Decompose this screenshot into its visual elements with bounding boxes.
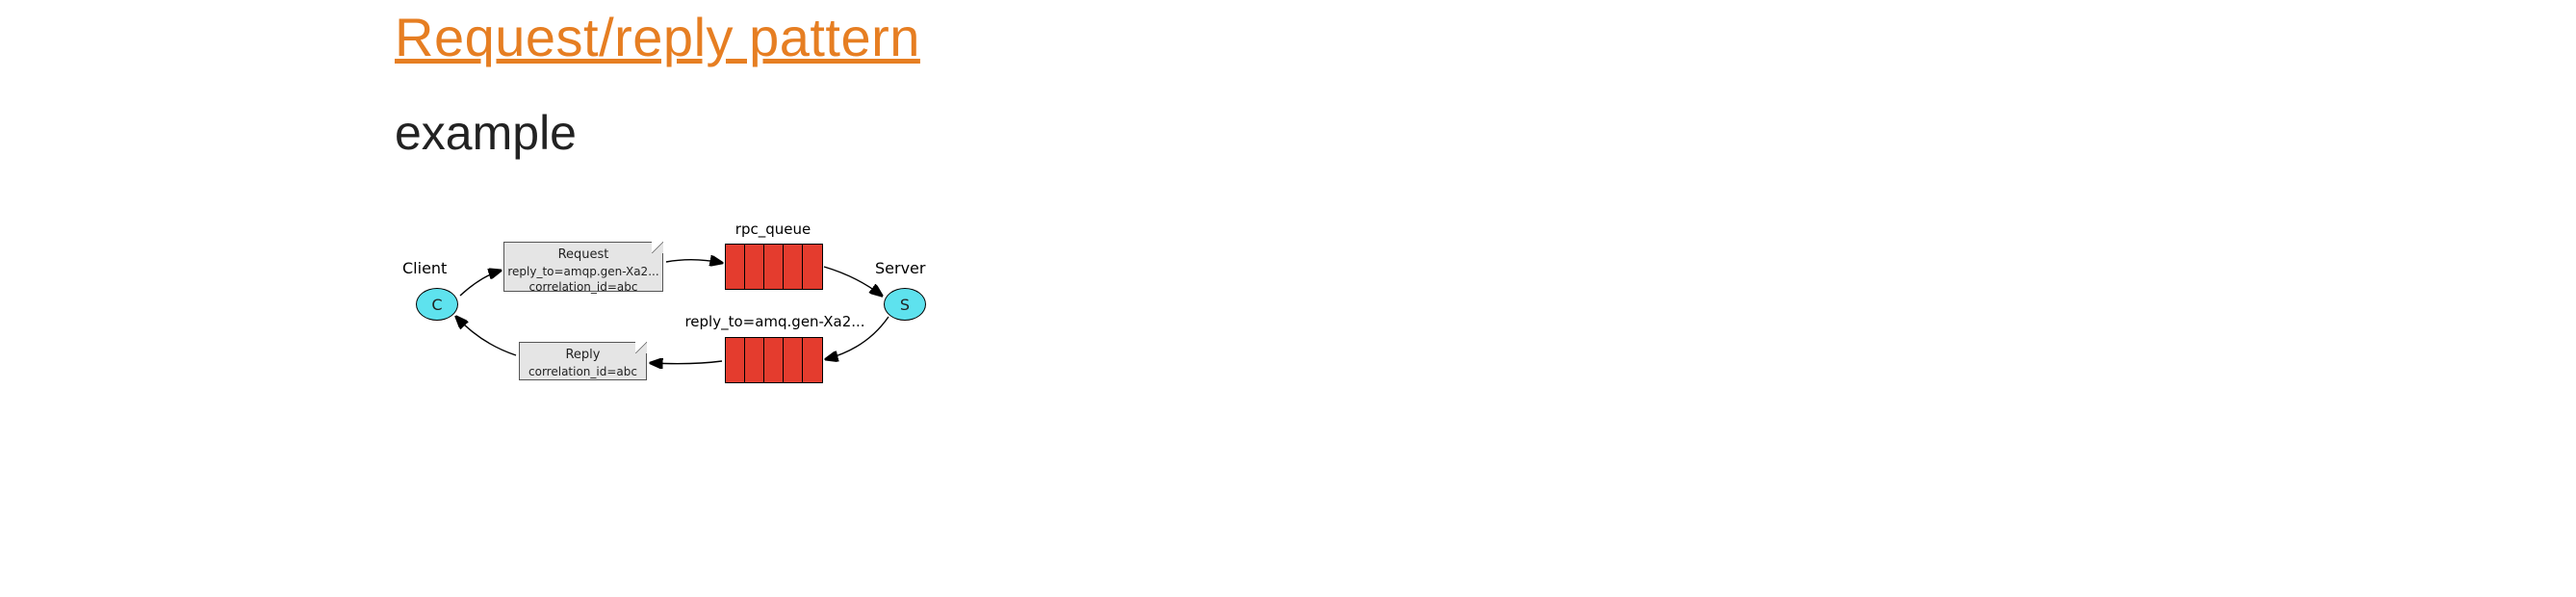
note-fold-icon [652,242,663,253]
queue-slot [726,245,745,289]
queue-slot [764,338,784,382]
page-subtitle: example [395,105,2576,161]
request-note: Request reply_to=amqp.gen-Xa2... correla… [503,242,663,292]
queue-slot [745,245,764,289]
reply-queue-label: reply_to=amq.gen-Xa2... [683,313,866,330]
queue-slot [745,338,764,382]
diagram-arrows [385,199,982,488]
client-node: C [416,288,458,321]
server-node-letter: S [900,296,910,314]
queue-slot [784,245,803,289]
queue-slot [726,338,745,382]
reply-note-title: Reply [520,347,646,364]
request-note-line2: correlation_id=abc [504,279,662,295]
rpc-queue [725,244,823,290]
server-node: S [884,288,926,321]
title-link[interactable]: Request/reply pattern [395,7,920,67]
client-label: Client [402,259,447,277]
queue-slot [803,338,822,382]
reply-note-line1: correlation_id=abc [520,364,646,379]
client-node-letter: C [431,296,442,314]
rpc-queue-label: rpc_queue [725,221,821,238]
queue-slot [803,245,822,289]
queue-slot [784,338,803,382]
reply-queue [725,337,823,383]
request-note-line1: reply_to=amqp.gen-Xa2... [504,264,662,279]
note-fold-icon [635,342,647,353]
server-label: Server [875,259,925,277]
rpc-diagram: Client C Server S rpc_queue Request repl… [385,199,982,488]
reply-note: Reply correlation_id=abc [519,342,647,380]
request-note-title: Request [504,247,662,264]
queue-slot [764,245,784,289]
